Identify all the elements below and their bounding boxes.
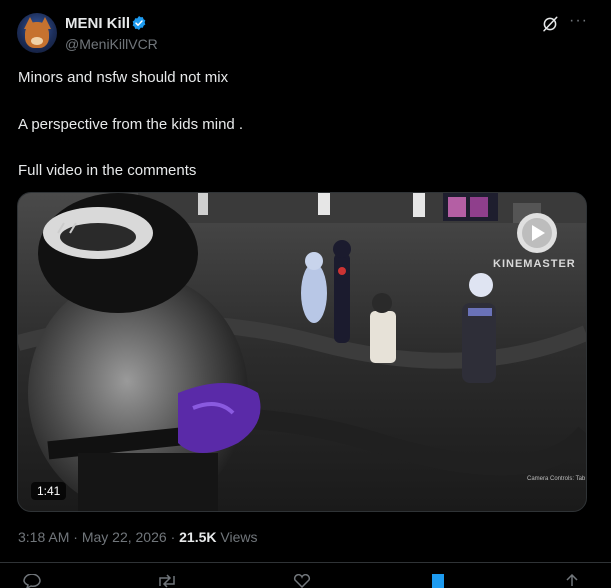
display-name[interactable]: MENI Kill: [65, 15, 130, 32]
post-meta: 3:18 AM · May 22, 2026 · 21.5K Views: [18, 529, 257, 545]
views-count: 21.5K: [179, 529, 217, 545]
bookmark-icon[interactable]: [428, 574, 448, 588]
post-text-line-3: Full video in the comments: [18, 162, 197, 179]
post-time[interactable]: 3:18 AM: [18, 529, 69, 545]
views-label: Views: [220, 529, 258, 545]
repost-icon[interactable]: [157, 574, 177, 588]
video-watermark: KINEMASTER: [493, 258, 576, 270]
tweet: MENI Kill @MeniKillVCR ··· Minors and ns…: [0, 0, 611, 588]
post-text-line-2: A perspective from the kids mind .: [18, 116, 244, 133]
post-text-line-1: Minors and nsfw should not mix: [18, 69, 229, 86]
meta-separator: ·: [73, 529, 78, 545]
handle[interactable]: @MeniKillVCR: [65, 36, 158, 52]
like-icon[interactable]: [292, 574, 312, 588]
divider: [0, 562, 611, 563]
more-icon[interactable]: ···: [569, 12, 587, 32]
post-date[interactable]: May 22, 2026: [82, 529, 167, 545]
reply-icon[interactable]: [22, 574, 42, 588]
video-frame: [18, 193, 586, 511]
video-player[interactable]: [17, 192, 587, 512]
video-duration: 1:41: [31, 482, 67, 500]
verified-badge-icon: [132, 16, 146, 30]
avatar[interactable]: [17, 13, 57, 53]
grok-icon[interactable]: [541, 15, 559, 33]
meta-separator: ·: [170, 529, 176, 545]
video-caption-note: Camera Controls: Tab: [527, 476, 586, 482]
share-icon[interactable]: [562, 574, 582, 588]
